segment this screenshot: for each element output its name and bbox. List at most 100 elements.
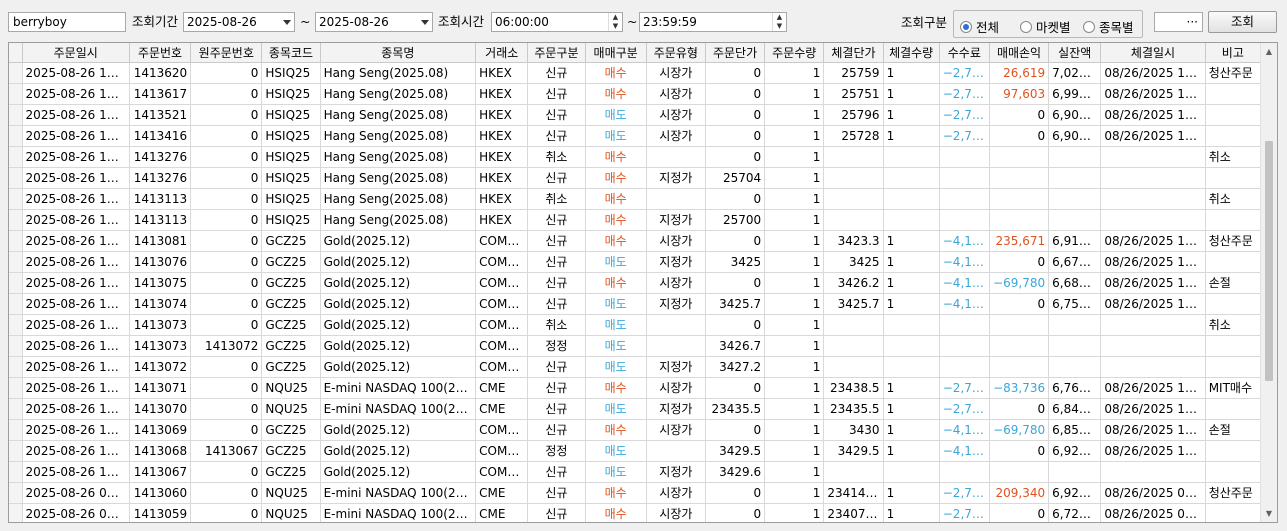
table-row[interactable]: 2025-08-26 10:… 1413068 1413067 GCZ25 Gold(2… [9, 440, 1262, 462]
chevron-down-icon[interactable] [283, 20, 291, 25]
time-from-spinner[interactable]: 06:00:00 ▲ ▼ [491, 12, 623, 32]
chevron-down-icon[interactable] [421, 20, 429, 25]
column-header[interactable]: 매매손익 [989, 43, 1050, 63]
time-from-spin-buttons[interactable]: ▲ ▼ [608, 13, 622, 31]
more-button[interactable]: ··· [1154, 12, 1203, 32]
column-header[interactable]: 종목명 [320, 43, 477, 63]
table-row[interactable]: 2025-08-26 10:… 1413113 0 HSIQ25 Hang Seng(2… [9, 188, 1262, 210]
table-row[interactable]: 2025-08-26 10:… 1413072 0 GCZ25 Gold(2025.12… [9, 356, 1262, 378]
table-cell: 209,340 [989, 482, 1050, 504]
column-header[interactable]: 실잔액 [1048, 43, 1102, 63]
row-selector[interactable] [9, 188, 23, 210]
column-header[interactable]: 체결단가 [823, 43, 884, 63]
column-header[interactable]: 주문일시 [22, 43, 130, 63]
row-selector[interactable] [9, 314, 23, 336]
table-cell [1048, 356, 1102, 378]
radio-checked-icon[interactable] [960, 20, 972, 33]
table-row[interactable]: 2025-08-26 10:… 1413067 0 GCZ25 Gold(2025.12… [9, 461, 1262, 483]
scroll-down-icon[interactable]: ▼ [1261, 505, 1277, 522]
table-cell: 2025-08-26 09:… [22, 503, 130, 522]
table-cell: 2025-08-26 10:… [22, 377, 130, 399]
row-selector[interactable] [9, 83, 23, 105]
table-cell: 1 [764, 125, 825, 147]
radio-all[interactable]: 전체 [960, 17, 999, 36]
date-from-picker[interactable]: 2025-08-26 [183, 12, 295, 32]
row-selector[interactable] [9, 146, 23, 168]
table-cell: HKEX [475, 62, 529, 84]
column-header[interactable]: 체결일시 [1100, 43, 1206, 63]
table-cell: HSIQ25 [261, 83, 321, 105]
row-selector[interactable] [9, 461, 23, 483]
table-row[interactable]: 2025-08-26 10:… 1413069 0 GCZ25 Gold(2025.12… [9, 419, 1262, 441]
column-header[interactable]: 종목코드 [261, 43, 321, 63]
row-selector[interactable] [9, 251, 23, 273]
table-cell: −4,187 [939, 293, 990, 315]
row-selector[interactable] [9, 104, 23, 126]
table-row[interactable]: 2025-08-26 10:… 1413416 0 HSIQ25 Hang Seng(2… [9, 125, 1262, 147]
table-row[interactable]: 2025-08-26 10:… 1413074 0 GCZ25 Gold(2025.12… [9, 293, 1262, 315]
radio-unchecked-icon[interactable] [1083, 20, 1095, 33]
table-row[interactable]: 2025-08-26 11:… 1413521 0 HSIQ25 Hang Seng(2… [9, 104, 1262, 126]
spin-down-icon[interactable]: ▼ [609, 22, 622, 31]
table-row[interactable]: 2025-08-26 10:… 1413276 0 HSIQ25 Hang Seng(2… [9, 167, 1262, 189]
spin-up-icon[interactable]: ▲ [609, 13, 622, 22]
row-selector[interactable] [9, 272, 23, 294]
row-selector[interactable] [9, 125, 23, 147]
column-header[interactable]: 거래소 [475, 43, 529, 63]
row-selector[interactable] [9, 356, 23, 378]
table-row[interactable]: 2025-08-26 10:… 1413081 0 GCZ25 Gold(2025.12… [9, 230, 1262, 252]
table-cell: HKEX [475, 125, 529, 147]
table-cell: COM… [475, 440, 529, 462]
column-header[interactable]: 비고 [1205, 43, 1262, 63]
column-header[interactable]: 체결수량 [883, 43, 940, 63]
column-header[interactable]: 주문번호 [129, 43, 192, 63]
radio-unchecked-icon[interactable] [1020, 20, 1032, 33]
date-to-picker[interactable]: 2025-08-26 [315, 12, 433, 32]
table-row[interactable]: 2025-08-26 10:… 1413070 0 NQU25 E-mini NASDA… [9, 398, 1262, 420]
table-row[interactable]: 2025-08-26 10:… 1413073 1413072 GCZ25 Gold(2… [9, 335, 1262, 357]
search-button[interactable]: 조회 [1208, 11, 1277, 33]
table-row[interactable]: 2025-08-26 10:… 1413076 0 GCZ25 Gold(2025.12… [9, 251, 1262, 273]
row-selector[interactable] [9, 62, 23, 84]
table-row[interactable]: 2025-08-26 10:… 1413071 0 NQU25 E-mini NASDA… [9, 377, 1262, 399]
column-header[interactable]: 수수료 [939, 43, 990, 63]
table-cell: 1 [883, 482, 940, 504]
table-row[interactable]: 2025-08-26 10:… 1413073 0 GCZ25 Gold(2025.12… [9, 314, 1262, 336]
row-selector[interactable] [9, 482, 23, 504]
row-selector[interactable] [9, 209, 23, 231]
column-header[interactable]: 주문유형 [646, 43, 706, 63]
table-cell: 1 [764, 440, 825, 462]
scrollbar-thumb[interactable] [1265, 141, 1273, 381]
column-header[interactable]: 주문단가 [705, 43, 766, 63]
row-selector[interactable] [9, 335, 23, 357]
vertical-scrollbar[interactable]: ▲ ▼ [1260, 43, 1277, 522]
time-to-spin-buttons[interactable]: ▲ ▼ [772, 13, 786, 31]
column-header[interactable]: 주문수량 [764, 43, 825, 63]
column-header[interactable]: 매매구분 [585, 43, 647, 63]
table-row[interactable]: 2025-08-26 09:… 1413059 0 NQU25 E-mini NASDA… [9, 503, 1262, 522]
table-row[interactable]: 2025-08-26 11:… 1413617 0 HSIQ25 Hang Seng(2… [9, 83, 1262, 105]
table-row[interactable]: 2025-08-26 10:… 1413113 0 HSIQ25 Hang Seng(2… [9, 209, 1262, 231]
column-header[interactable]: 원주문번호 [190, 43, 263, 63]
row-selector[interactable] [9, 293, 23, 315]
time-to-spinner[interactable]: 23:59:59 ▲ ▼ [639, 12, 787, 32]
table-row[interactable]: 2025-08-26 09:… 1413060 0 NQU25 E-mini NASDA… [9, 482, 1262, 504]
radio-market[interactable]: 마켓별 [1020, 17, 1071, 36]
column-header[interactable]: 주문구분 [527, 43, 586, 63]
spin-down-icon[interactable]: ▼ [773, 22, 786, 31]
scroll-up-icon[interactable]: ▲ [1261, 43, 1277, 60]
row-selector[interactable] [9, 167, 23, 189]
row-selector[interactable] [9, 440, 23, 462]
table-row[interactable]: 2025-08-26 11:… 1413620 0 HSIQ25 Hang Seng(2… [9, 62, 1262, 84]
row-selector[interactable] [9, 230, 23, 252]
row-selector[interactable] [9, 377, 23, 399]
table-row[interactable]: 2025-08-26 10:… 1413276 0 HSIQ25 Hang Seng(2… [9, 146, 1262, 168]
spin-up-icon[interactable]: ▲ [773, 13, 786, 22]
row-selector[interactable] [9, 419, 23, 441]
account-input[interactable]: berryboy [8, 12, 126, 32]
row-selector[interactable] [9, 503, 23, 522]
table-row[interactable]: 2025-08-26 10:… 1413075 0 GCZ25 Gold(2025.12… [9, 272, 1262, 294]
radio-item[interactable]: 종목별 [1083, 17, 1134, 36]
row-selector[interactable] [9, 398, 23, 420]
table-cell: HSIQ25 [261, 125, 321, 147]
